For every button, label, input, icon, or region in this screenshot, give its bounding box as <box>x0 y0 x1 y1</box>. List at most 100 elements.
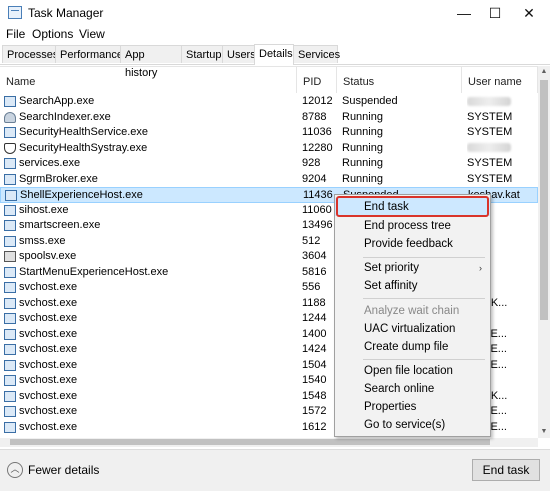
process-pid: 3604 <box>302 250 327 262</box>
column-header-name[interactable]: Name <box>0 67 297 93</box>
table-row[interactable]: services.exe 928 Running SYSTEM <box>0 156 538 172</box>
table-row[interactable]: SecurityHealthSystray.exe 12280 Running <box>0 141 538 157</box>
window-icon <box>4 375 16 386</box>
process-pid: 12280 <box>302 141 333 154</box>
process-name: svchost.exe <box>19 327 78 340</box>
tab-users[interactable]: Users <box>222 45 256 63</box>
maximize-button[interactable]: ☐ <box>478 0 512 26</box>
vertical-scrollbar[interactable]: ▲ ▼ <box>538 66 550 438</box>
column-header-pid[interactable]: PID <box>297 67 337 93</box>
process-name: svchost.exe <box>19 281 78 293</box>
process-pid: 11036 <box>302 126 332 138</box>
process-status: Running <box>342 110 383 123</box>
process-name: svchost.exe <box>19 312 78 324</box>
menu-go-to-services[interactable]: Go to service(s) <box>335 416 490 434</box>
process-name: SearchApp.exe <box>19 95 95 107</box>
menu-analyze-wait-chain: Analyze wait chain <box>364 305 460 317</box>
window-icon <box>4 297 16 309</box>
process-pid: 512 <box>302 234 321 247</box>
process-name: svchost.exe <box>19 374 78 386</box>
menu-provide-feedback[interactable]: Provide feedback <box>335 235 490 253</box>
menu-end-process-tree[interactable]: End process tree <box>335 217 490 235</box>
process-name: smss.exe <box>19 234 66 247</box>
window-icon <box>4 220 16 231</box>
window-icon <box>5 190 17 201</box>
process-name: spoolsv.exe <box>19 250 77 262</box>
task-manager-icon <box>8 6 22 19</box>
menu-set-priority[interactable]: Set priority › <box>335 259 490 277</box>
chevron-up-icon[interactable]: ︿ <box>7 462 23 478</box>
title-bar: Task Manager — ☐ ✕ <box>0 0 550 26</box>
window-icon <box>4 266 16 278</box>
menu-uac-virtualization[interactable]: UAC virtualization <box>335 320 490 338</box>
menu-view[interactable]: View <box>79 27 105 41</box>
process-pid: 8788 <box>302 110 327 123</box>
process-pid: 11060 <box>302 203 332 216</box>
process-pid: 1504 <box>302 358 327 371</box>
window-icon <box>4 421 16 433</box>
menu-search-online[interactable]: Search online <box>335 380 490 398</box>
process-name: svchost.exe <box>19 296 78 309</box>
process-name: SgrmBroker.exe <box>19 172 98 185</box>
process-pid: 1548 <box>302 389 327 402</box>
tab-strip: Processes Performance App history Startu… <box>0 44 550 79</box>
process-name: services.exe <box>19 157 81 169</box>
process-pid: 13496 <box>302 219 333 231</box>
redacted-user-name <box>467 96 511 106</box>
printer-icon <box>4 251 16 262</box>
tab-services[interactable]: Services <box>293 45 340 63</box>
process-pid: 1244 <box>302 312 327 324</box>
horizontal-scrollbar[interactable] <box>0 438 538 447</box>
fewer-details-link[interactable]: Fewer details <box>28 463 99 477</box>
table-row[interactable]: SecurityHealthService.exe 11036 Running SYS… <box>0 125 538 141</box>
process-pid: 9204 <box>302 172 327 185</box>
menu-properties[interactable]: Properties <box>335 398 490 416</box>
process-pid: 12012 <box>302 95 333 107</box>
menu-options[interactable]: Options <box>32 27 73 41</box>
table-row[interactable]: SgrmBroker.exe 9204 Running SYSTEM <box>0 172 538 188</box>
horizontal-scrollbar-thumb[interactable] <box>10 439 490 445</box>
footer-bar: ︿ Fewer details End task <box>0 449 550 491</box>
tab-details[interactable]: Details <box>254 44 294 65</box>
column-header-status[interactable]: Status <box>337 67 462 93</box>
menu-file[interactable]: File <box>6 27 25 41</box>
process-pid: 11436 <box>303 189 333 201</box>
window-icon <box>4 344 16 355</box>
table-row[interactable]: SearchIndexer.exe 8788 Running SYSTEM <box>0 110 538 126</box>
process-name: svchost.exe <box>19 389 78 402</box>
window-icon <box>4 390 16 402</box>
end-task-button[interactable]: End task <box>472 459 540 481</box>
tab-processes[interactable]: Processes <box>2 45 58 63</box>
window-icon <box>4 328 16 340</box>
tab-startup[interactable]: Startup <box>181 45 223 63</box>
menu-set-priority-label: Set priority <box>364 262 419 274</box>
submenu-arrow-icon: › <box>479 263 482 273</box>
process-user <box>467 141 537 156</box>
window-icon <box>4 204 16 216</box>
process-name: SearchIndexer.exe <box>19 110 111 123</box>
context-menu: End task End process tree Provide feedba… <box>334 194 491 437</box>
process-pid: 1400 <box>302 327 327 340</box>
scroll-down-icon[interactable]: ▼ <box>538 426 550 438</box>
process-name: StartMenuExperienceHost.exe <box>19 265 169 278</box>
close-button[interactable]: ✕ <box>512 0 546 26</box>
tab-performance[interactable]: Performance <box>55 45 123 63</box>
column-header-user[interactable]: User name <box>462 67 538 93</box>
process-pid: 928 <box>302 157 321 169</box>
menu-create-dump-file[interactable]: Create dump file <box>335 338 490 356</box>
scroll-up-icon[interactable]: ▲ <box>538 66 550 78</box>
menu-open-file-location[interactable]: Open file location <box>335 362 490 380</box>
table-row[interactable]: SearchApp.exe 12012 Suspended <box>0 94 538 110</box>
menu-separator <box>363 257 485 258</box>
process-pid: 1612 <box>302 420 327 433</box>
process-pid: 1188 <box>302 296 326 309</box>
scrollbar-thumb[interactable] <box>540 80 548 320</box>
menu-separator <box>363 298 485 299</box>
shield-icon <box>4 142 16 154</box>
process-user <box>467 94 537 109</box>
process-name: smartscreen.exe <box>19 219 101 231</box>
window-icon <box>4 313 16 324</box>
minimize-button[interactable]: — <box>447 0 481 26</box>
menu-set-affinity[interactable]: Set affinity <box>335 277 490 295</box>
tab-app-history[interactable]: App history <box>120 45 182 79</box>
